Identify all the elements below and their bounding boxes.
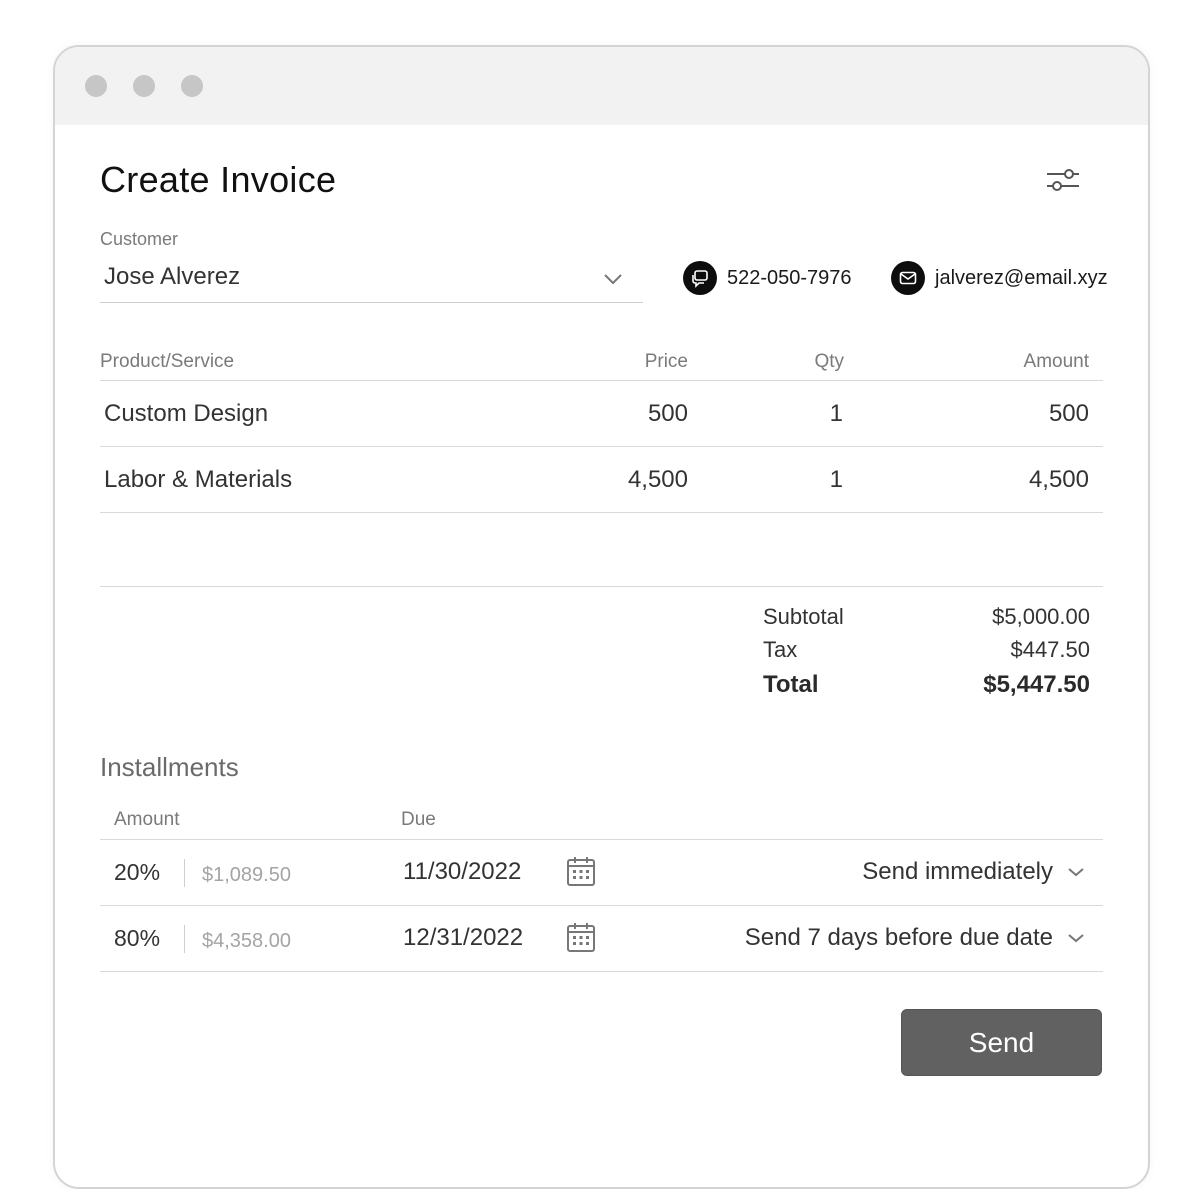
row-price: 500 xyxy=(647,400,688,427)
customer-value: Jose Alverez xyxy=(104,263,241,290)
installment-due-date[interactable]: 11/30/2022 xyxy=(403,858,521,886)
row-divider xyxy=(100,905,1103,906)
settings-button[interactable] xyxy=(1043,160,1083,200)
subtotal-value: $5,000.00 xyxy=(992,604,1090,629)
header-amount: Amount xyxy=(1023,351,1089,372)
row-amount: 4,500 xyxy=(1028,466,1089,493)
total-label: Total xyxy=(763,671,819,698)
chevron-down-icon xyxy=(1068,934,1084,943)
phone-number: 522-050-7976 xyxy=(727,266,852,289)
row-qty: 1 xyxy=(829,466,843,493)
row-product: Labor & Materials xyxy=(104,466,293,493)
installments-header-divider xyxy=(100,839,1103,840)
installment-amount: $4,358.00 xyxy=(202,930,291,952)
chevron-down-icon xyxy=(1068,868,1084,877)
calendar-icon[interactable] xyxy=(566,921,596,953)
chevron-down-icon xyxy=(604,274,622,285)
installments-title: Installments xyxy=(100,752,239,782)
items-table: Product/Service Price Qty Amount Custom … xyxy=(100,351,1103,591)
mail-icon xyxy=(891,261,925,295)
row-divider xyxy=(100,512,1103,513)
row-product: Custom Design xyxy=(104,400,269,427)
installments-table: Amount Due 20% $1,089.50 11/30/2022 Send… xyxy=(100,809,1103,979)
installment-percent[interactable]: 20% xyxy=(114,859,160,886)
table-footer-divider xyxy=(100,586,1103,587)
installment-due-date[interactable]: 12/31/2022 xyxy=(403,924,523,952)
send-timing-select[interactable]: Send immediately xyxy=(862,858,1085,886)
header-product: Product/Service xyxy=(100,351,235,372)
chat-icon xyxy=(683,261,717,295)
send-button[interactable]: Send xyxy=(901,1009,1102,1076)
customer-select[interactable]: Jose Alverez xyxy=(100,257,643,303)
header-installment-amount: Amount xyxy=(114,809,180,830)
row-qty: 1 xyxy=(829,400,843,427)
row-amount: 500 xyxy=(1048,400,1089,427)
send-timing-select[interactable]: Send 7 days before due date xyxy=(745,924,1085,952)
total-value: $5,447.50 xyxy=(983,671,1090,698)
row-price: 4,500 xyxy=(627,466,688,493)
installment-amount: $1,089.50 xyxy=(202,864,291,886)
app-window: Create Invoice Customer Jose Alverez 522… xyxy=(53,45,1150,1189)
header-installment-due: Due xyxy=(401,809,436,830)
send-timing-value: Send immediately xyxy=(862,858,1053,885)
header-qty: Qty xyxy=(814,351,844,372)
email-contact[interactable]: jalverez@email.xyz xyxy=(891,261,1108,295)
calendar-icon[interactable] xyxy=(566,855,596,887)
window-close-dot[interactable] xyxy=(85,75,107,97)
email-address: jalverez@email.xyz xyxy=(935,266,1108,289)
installment-percent[interactable]: 80% xyxy=(114,925,160,952)
sliders-icon xyxy=(1047,169,1079,191)
tax-label: Tax xyxy=(763,637,798,662)
window-titlebar xyxy=(55,47,1148,125)
installment-separator xyxy=(184,859,185,887)
window-maximize-dot[interactable] xyxy=(181,75,203,97)
installment-separator xyxy=(184,925,185,953)
row-divider xyxy=(100,446,1103,447)
window-minimize-dot[interactable] xyxy=(133,75,155,97)
subtotal-label: Subtotal xyxy=(763,604,844,629)
row-divider xyxy=(100,971,1103,972)
customer-label: Customer xyxy=(100,229,179,249)
phone-contact[interactable]: 522-050-7976 xyxy=(683,261,852,295)
page-title: Create Invoice xyxy=(100,159,337,200)
tax-value: $447.50 xyxy=(1010,637,1090,662)
table-header-divider xyxy=(100,380,1103,381)
header-price: Price xyxy=(644,351,688,372)
send-timing-value: Send 7 days before due date xyxy=(744,924,1053,951)
